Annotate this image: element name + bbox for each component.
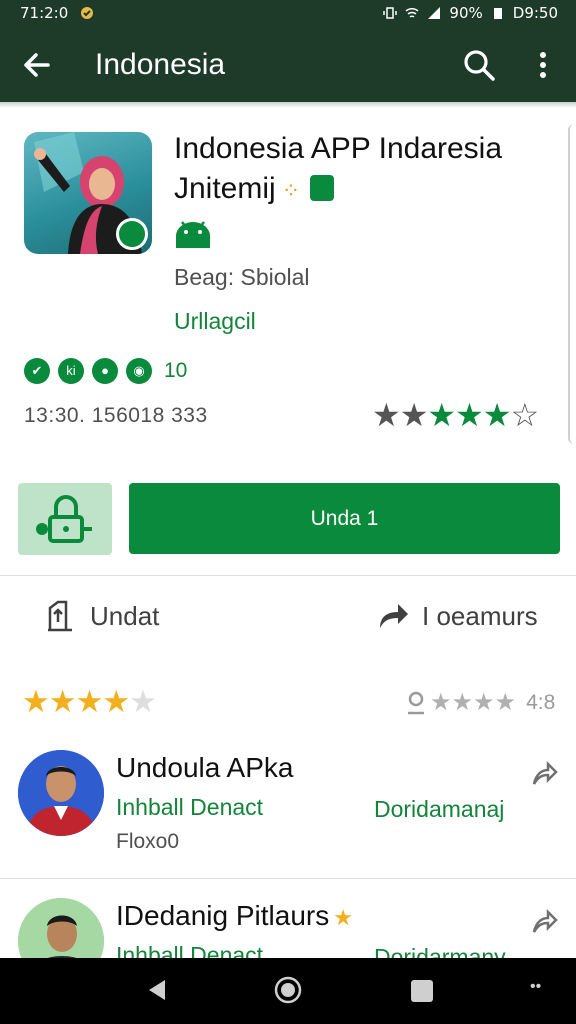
- system-nav-bar: ••: [0, 958, 576, 1024]
- notification-icon: [81, 7, 94, 19]
- verified-badge-icon: [116, 218, 148, 250]
- document-upload-icon: [48, 600, 72, 632]
- download-stats: 13:30. 156018 333: [24, 404, 208, 427]
- back-arrow-icon[interactable]: [20, 48, 54, 82]
- share-action[interactable]: I oeamurs: [376, 600, 538, 632]
- app-category[interactable]: Urllagcil: [174, 308, 256, 335]
- sparkle-icon: ⁘: [281, 178, 301, 203]
- status-time: 71:2:0: [20, 4, 69, 22]
- more-options-icon[interactable]: [532, 48, 554, 82]
- android-icon: [176, 221, 210, 248]
- app-bar-shadow: [0, 102, 576, 108]
- share-arrow-icon: [380, 604, 408, 628]
- pin-icon[interactable]: [530, 760, 558, 788]
- rating-summary: ★★★★ 4:8: [406, 688, 555, 717]
- app-name-line2: Jnitemij ⁘: [174, 172, 335, 206]
- pin-icon[interactable]: [530, 908, 558, 936]
- wifi-icon: [405, 7, 419, 18]
- user-badge-icon: ●: [92, 358, 118, 384]
- rating-mini-stars: ★★★★: [430, 689, 517, 716]
- install-button[interactable]: Unda 1: [129, 483, 560, 554]
- chat-badge-icon: ◉: [126, 358, 152, 384]
- lock-icon: [36, 495, 92, 543]
- update-action[interactable]: Undat: [44, 600, 159, 632]
- app-icon: [24, 132, 152, 254]
- update-label: Undat: [90, 600, 160, 631]
- review-subtitle-right: Doridamanaj: [374, 796, 505, 822]
- review-meta: Floxo0: [116, 830, 180, 853]
- nav-recents-icon[interactable]: [411, 980, 433, 1002]
- search-icon[interactable]: [462, 48, 496, 82]
- section-divider: [0, 575, 576, 576]
- nav-home-icon[interactable]: [274, 976, 302, 1004]
- status-bar: 71:2:0 90% D9:50: [0, 0, 576, 26]
- share-label: I oeamurs: [422, 600, 538, 631]
- person-icon: [408, 691, 424, 714]
- signal-icon: [428, 7, 441, 19]
- publisher-name: Beag: Sbiolal: [174, 264, 310, 290]
- nav-more-icon[interactable]: ••: [530, 978, 541, 996]
- review-subtitle: Inhball Denact: [116, 794, 264, 820]
- rating-stars: ★★★★★: [22, 684, 157, 719]
- badges-count: 10: [164, 359, 188, 382]
- app-name: Indonesia APP Indaresia: [174, 132, 503, 165]
- scroll-indicator[interactable]: [568, 124, 576, 444]
- battery-icon: [493, 8, 502, 19]
- shopping-bag-icon: [310, 175, 335, 201]
- reviewer-avatar: [18, 750, 104, 836]
- reviewer-name: Undoula APka: [116, 752, 294, 783]
- page-title: Indonesia: [95, 48, 226, 81]
- reviewer-name-text: IDedanig Pitlaurs: [116, 900, 330, 931]
- status-clock: D9:50: [512, 4, 558, 22]
- rating-score: 4:8: [526, 690, 556, 714]
- star-icon: ★: [333, 905, 353, 930]
- app-rating-stars: ★★★★★☆: [372, 397, 539, 433]
- app-name-secondary: Jnitemij: [174, 172, 276, 205]
- lock-button[interactable]: [18, 483, 112, 555]
- reviewer-photo: [18, 750, 104, 836]
- review-divider: [0, 878, 576, 879]
- reviewer-name: IDedanig Pitlaurs ★: [116, 900, 353, 932]
- vibrate-icon: [383, 7, 398, 19]
- check-badge-icon: ✔: [24, 358, 50, 384]
- feature-badges: ✔ ki ● ◉ 10: [24, 358, 187, 384]
- kids-badge-icon: ki: [58, 358, 84, 384]
- app-bar: Indonesia: [0, 26, 576, 102]
- battery-percent: 90%: [449, 4, 483, 22]
- nav-back-icon[interactable]: [145, 978, 169, 1002]
